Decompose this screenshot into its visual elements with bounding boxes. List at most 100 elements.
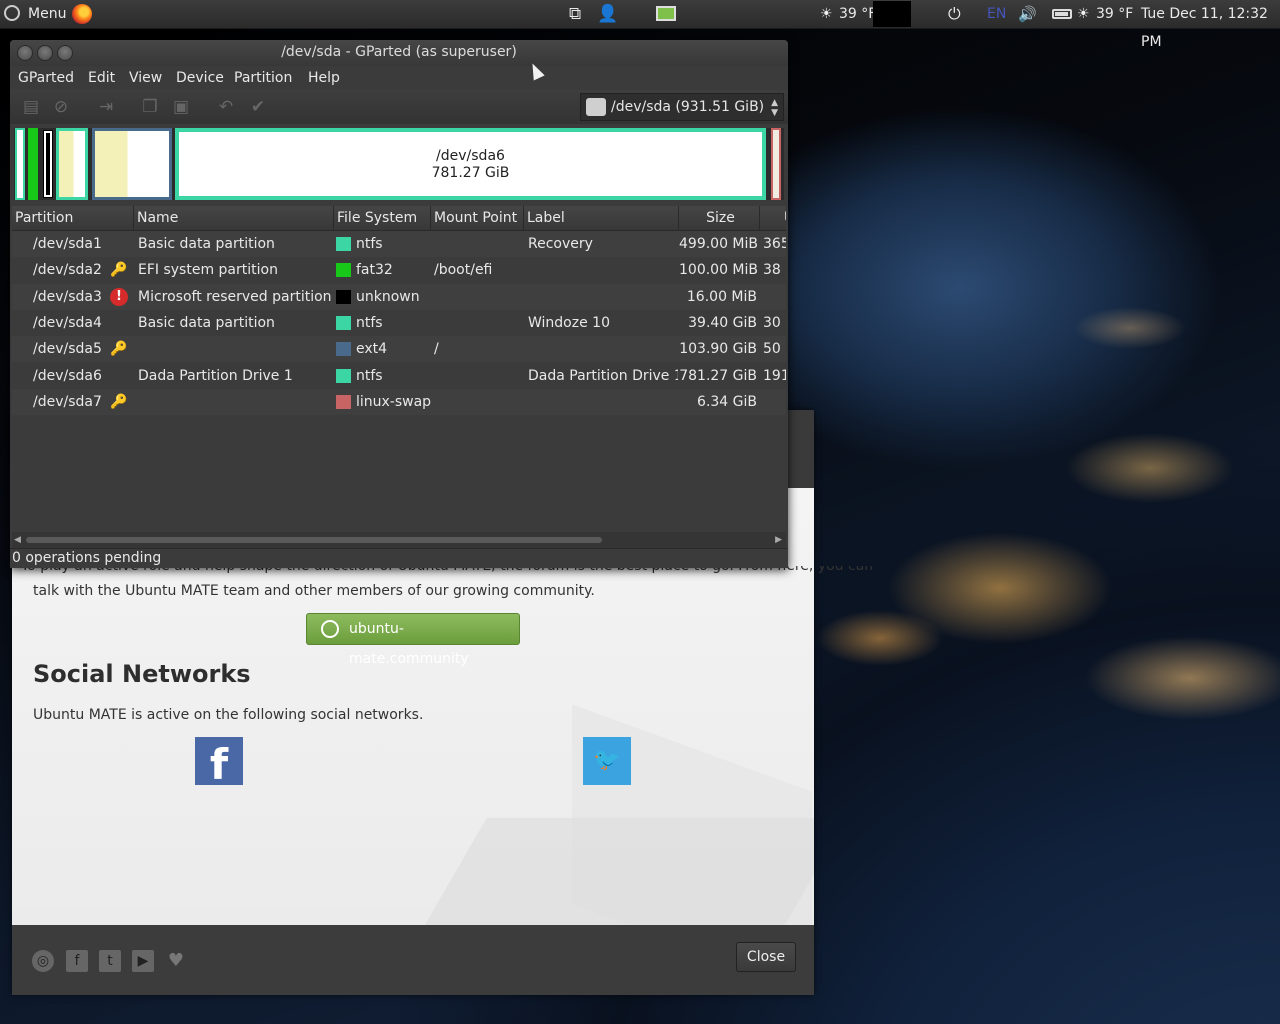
weather-sun-icon: ☀ bbox=[1077, 6, 1090, 22]
weather-temp[interactable]: 39 °F bbox=[839, 0, 876, 28]
power-icon[interactable]: ⏻ bbox=[948, 0, 961, 28]
hard-disk-icon bbox=[586, 98, 606, 116]
menu-edit[interactable]: Edit bbox=[88, 70, 115, 86]
heart-footer-icon[interactable]: ♥ bbox=[165, 950, 187, 972]
cell-size: 39.40 GiB bbox=[688, 314, 757, 331]
menu-view[interactable]: View bbox=[129, 70, 162, 86]
partition-block-sda3[interactable] bbox=[41, 128, 55, 200]
column-size[interactable]: Size bbox=[679, 206, 760, 230]
firefox-icon[interactable] bbox=[72, 0, 92, 28]
cell-name: Basic data partition bbox=[138, 314, 275, 331]
cell-name bbox=[138, 336, 333, 362]
partition-block-sda1[interactable] bbox=[15, 128, 25, 200]
keyboard-layout[interactable]: EN bbox=[987, 0, 1006, 28]
user-icon[interactable]: 👤 bbox=[597, 0, 618, 28]
community-button-label: ubuntu-mate.community bbox=[349, 621, 469, 667]
cell-size: 16.00 MiB bbox=[686, 288, 757, 305]
partition-table: Partition Name File System Mount Point L… bbox=[12, 206, 786, 531]
close-button[interactable]: Close bbox=[736, 942, 796, 972]
dark-applet[interactable] bbox=[873, 0, 911, 28]
twitter-icon[interactable]: 🐦 bbox=[583, 737, 631, 785]
cell-name: Basic data partition bbox=[138, 236, 275, 252]
partition-block-sda2[interactable] bbox=[28, 128, 38, 200]
cell-file-system: ntfs bbox=[356, 314, 383, 331]
ubuntu-mate-logo-icon[interactable] bbox=[4, 0, 20, 28]
cell-size: 100.00 MiB bbox=[679, 262, 757, 279]
copy-icon[interactable]: ❐ bbox=[140, 97, 160, 117]
scroll-right-icon[interactable]: ▶ bbox=[775, 532, 782, 548]
cell-used: 365 bbox=[763, 236, 786, 252]
device-selector[interactable]: /dev/sda (931.51 GiB) ▲ ▼ bbox=[580, 93, 784, 121]
table-header: Partition Name File System Mount Point L… bbox=[12, 206, 786, 231]
cell-mount-point bbox=[434, 310, 524, 336]
screenshot-icon[interactable]: ⧉ bbox=[569, 0, 581, 28]
menu-button[interactable]: Menu bbox=[28, 0, 66, 28]
youtube-footer-icon[interactable]: ▶ bbox=[132, 950, 154, 972]
partition-block-size: 781.27 GiB bbox=[431, 165, 510, 181]
community-button[interactable]: ubuntu-mate.community bbox=[306, 613, 520, 667]
resize-move-icon[interactable]: ⇥ bbox=[96, 97, 116, 117]
cell-mount-point: /boot/efi bbox=[434, 262, 493, 279]
table-row[interactable]: /dev/sda5 🔑 ext4 / 103.90 GiB 50 bbox=[12, 336, 786, 363]
cell-size: 499.00 MiB bbox=[679, 236, 757, 252]
battery-icon[interactable] bbox=[1052, 0, 1072, 28]
cell-used: 191 bbox=[763, 367, 786, 384]
menu-help[interactable]: Help bbox=[308, 70, 340, 86]
twitter-footer-icon[interactable]: t bbox=[99, 950, 121, 972]
column-label[interactable]: Label bbox=[524, 206, 679, 230]
filesystem-color-swatch bbox=[336, 315, 351, 330]
cell-mount-point bbox=[434, 389, 524, 415]
column-partition[interactable]: Partition bbox=[12, 206, 134, 230]
cell-label: Windoze 10 bbox=[528, 314, 610, 331]
cell-file-system: ntfs bbox=[356, 236, 383, 252]
title-bar[interactable]: /dev/sda - GParted (as superuser) bbox=[10, 40, 788, 66]
partition-block-sda5[interactable] bbox=[92, 128, 172, 200]
cell-size: 781.27 GiB bbox=[679, 367, 757, 384]
table-row[interactable]: /dev/sda1 Basic data partition ntfs Recover… bbox=[12, 231, 786, 257]
menu-device[interactable]: Device bbox=[176, 70, 224, 86]
menu-partition[interactable]: Partition bbox=[234, 70, 292, 86]
partition-block-sda7[interactable] bbox=[771, 128, 781, 200]
undo-icon[interactable]: ↶ bbox=[216, 97, 236, 117]
table-row[interactable]: /dev/sda4 Basic data partition ntfs Windoze… bbox=[12, 310, 786, 336]
new-partition-icon[interactable]: ▤ bbox=[21, 97, 41, 117]
key-icon: 🔑 bbox=[110, 393, 128, 410]
column-mount-point[interactable]: Mount Point bbox=[431, 206, 524, 230]
weather-temp-2[interactable]: 39 °F bbox=[1096, 0, 1133, 28]
horizontal-scrollbar[interactable]: ◀ ▶ bbox=[12, 532, 786, 548]
cell-name bbox=[138, 389, 333, 415]
column-name[interactable]: Name bbox=[134, 206, 334, 230]
cell-partition: /dev/sda6 bbox=[33, 367, 102, 384]
filesystem-color-swatch bbox=[336, 263, 351, 278]
volume-icon[interactable]: 🔊 bbox=[1018, 0, 1037, 28]
facebook-icon[interactable]: f bbox=[195, 737, 243, 789]
scroll-left-icon[interactable]: ◀ bbox=[14, 532, 21, 548]
window-title: /dev/sda - GParted (as superuser) bbox=[281, 44, 517, 60]
partition-block-sda6[interactable]: /dev/sda6 781.27 GiB bbox=[175, 128, 766, 200]
table-row[interactable]: /dev/sda3! Microsoft reserved partition un… bbox=[12, 283, 786, 310]
cell-file-system: ext4 bbox=[356, 341, 388, 358]
table-row[interactable]: /dev/sda7 🔑 linux-swap 6.34 GiB bbox=[12, 388, 786, 415]
top-panel: Menu ⧉ 👤 ☀ 39 °F ⏻ EN 🔊 ☀ 39 °F Tue Dec … bbox=[0, 0, 1280, 50]
menu-gparted[interactable]: GParted bbox=[18, 70, 74, 86]
gparted-window: /dev/sda - GParted (as superuser) GParte… bbox=[10, 40, 788, 568]
cell-label bbox=[528, 389, 678, 415]
clock[interactable]: Tue Dec 11, 12:32 PM bbox=[1141, 0, 1280, 50]
filesystem-color-swatch bbox=[336, 237, 351, 251]
table-row[interactable]: /dev/sda6 Dada Partition Drive 1 ntfs Dada … bbox=[12, 363, 786, 389]
scrollbar-thumb[interactable] bbox=[26, 537, 602, 543]
cell-label: Recovery bbox=[528, 236, 593, 252]
weather-sun-icon: ☀ bbox=[820, 6, 833, 22]
delete-partition-icon[interactable]: ⊘ bbox=[51, 97, 71, 117]
column-file-system[interactable]: File System bbox=[334, 206, 431, 230]
paste-icon[interactable]: ▣ bbox=[171, 97, 191, 117]
ubuntu-mate-footer-icon[interactable]: ◎ bbox=[32, 950, 54, 972]
partition-block-sda4[interactable] bbox=[56, 128, 88, 200]
ubuntu-mate-logo-icon bbox=[321, 620, 339, 638]
monitor-icon[interactable] bbox=[656, 0, 676, 28]
table-row[interactable]: /dev/sda2 🔑 EFI system partition fat32/boot… bbox=[12, 257, 786, 283]
spin-arrows-icon: ▲ ▼ bbox=[771, 98, 778, 118]
apply-icon[interactable]: ✔ bbox=[248, 97, 268, 117]
facebook-footer-icon[interactable]: f bbox=[66, 950, 88, 972]
column-used[interactable]: U bbox=[760, 206, 786, 230]
